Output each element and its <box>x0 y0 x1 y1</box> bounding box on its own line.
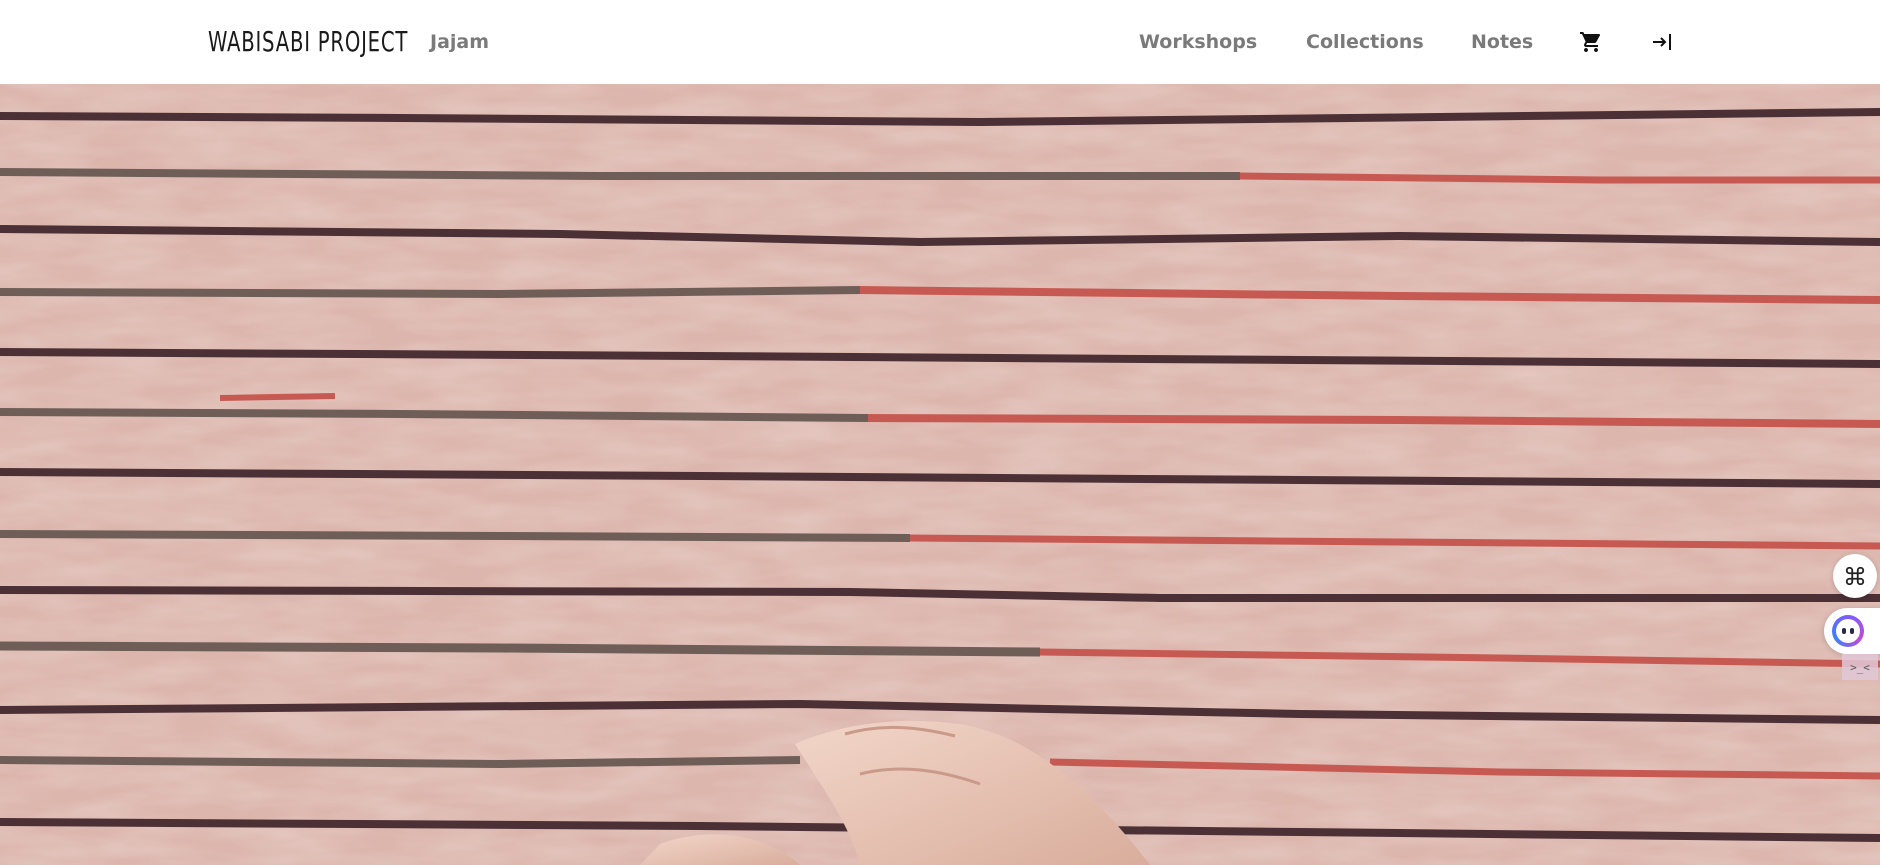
nav-link-jajam[interactable]: Jajam <box>430 28 489 56</box>
command-grid-icon <box>1845 566 1865 586</box>
login-icon <box>1653 34 1671 50</box>
login-button[interactable] <box>1648 28 1676 56</box>
grey-stripe <box>0 641 1041 657</box>
assistant-face-icon <box>1832 615 1864 647</box>
red-stripe <box>1239 172 1880 184</box>
grey-stripe <box>0 756 801 769</box>
command-grid-button[interactable] <box>1833 554 1877 598</box>
nav-link-workshops[interactable]: Workshops <box>1139 28 1257 56</box>
grey-stripe <box>0 168 1240 180</box>
site-header: WABISABI PROJECT Jajam Workshops Collect… <box>0 0 1880 84</box>
shopping-cart-icon <box>1580 32 1601 52</box>
hero-textile-svg <box>0 84 1880 865</box>
code-icon[interactable]: >_< <box>1842 654 1878 680</box>
grey-stripe <box>0 530 911 542</box>
site-logo[interactable]: WABISABI PROJECT <box>208 24 408 60</box>
assistant-button[interactable] <box>1824 608 1880 654</box>
grey-stripe <box>0 286 861 299</box>
nav-link-collections[interactable]: Collections <box>1306 28 1424 56</box>
hero-textile-image <box>0 84 1880 865</box>
nav-link-notes[interactable]: Notes <box>1471 28 1533 56</box>
red-stripe <box>219 393 336 401</box>
cart-button[interactable] <box>1577 28 1605 56</box>
